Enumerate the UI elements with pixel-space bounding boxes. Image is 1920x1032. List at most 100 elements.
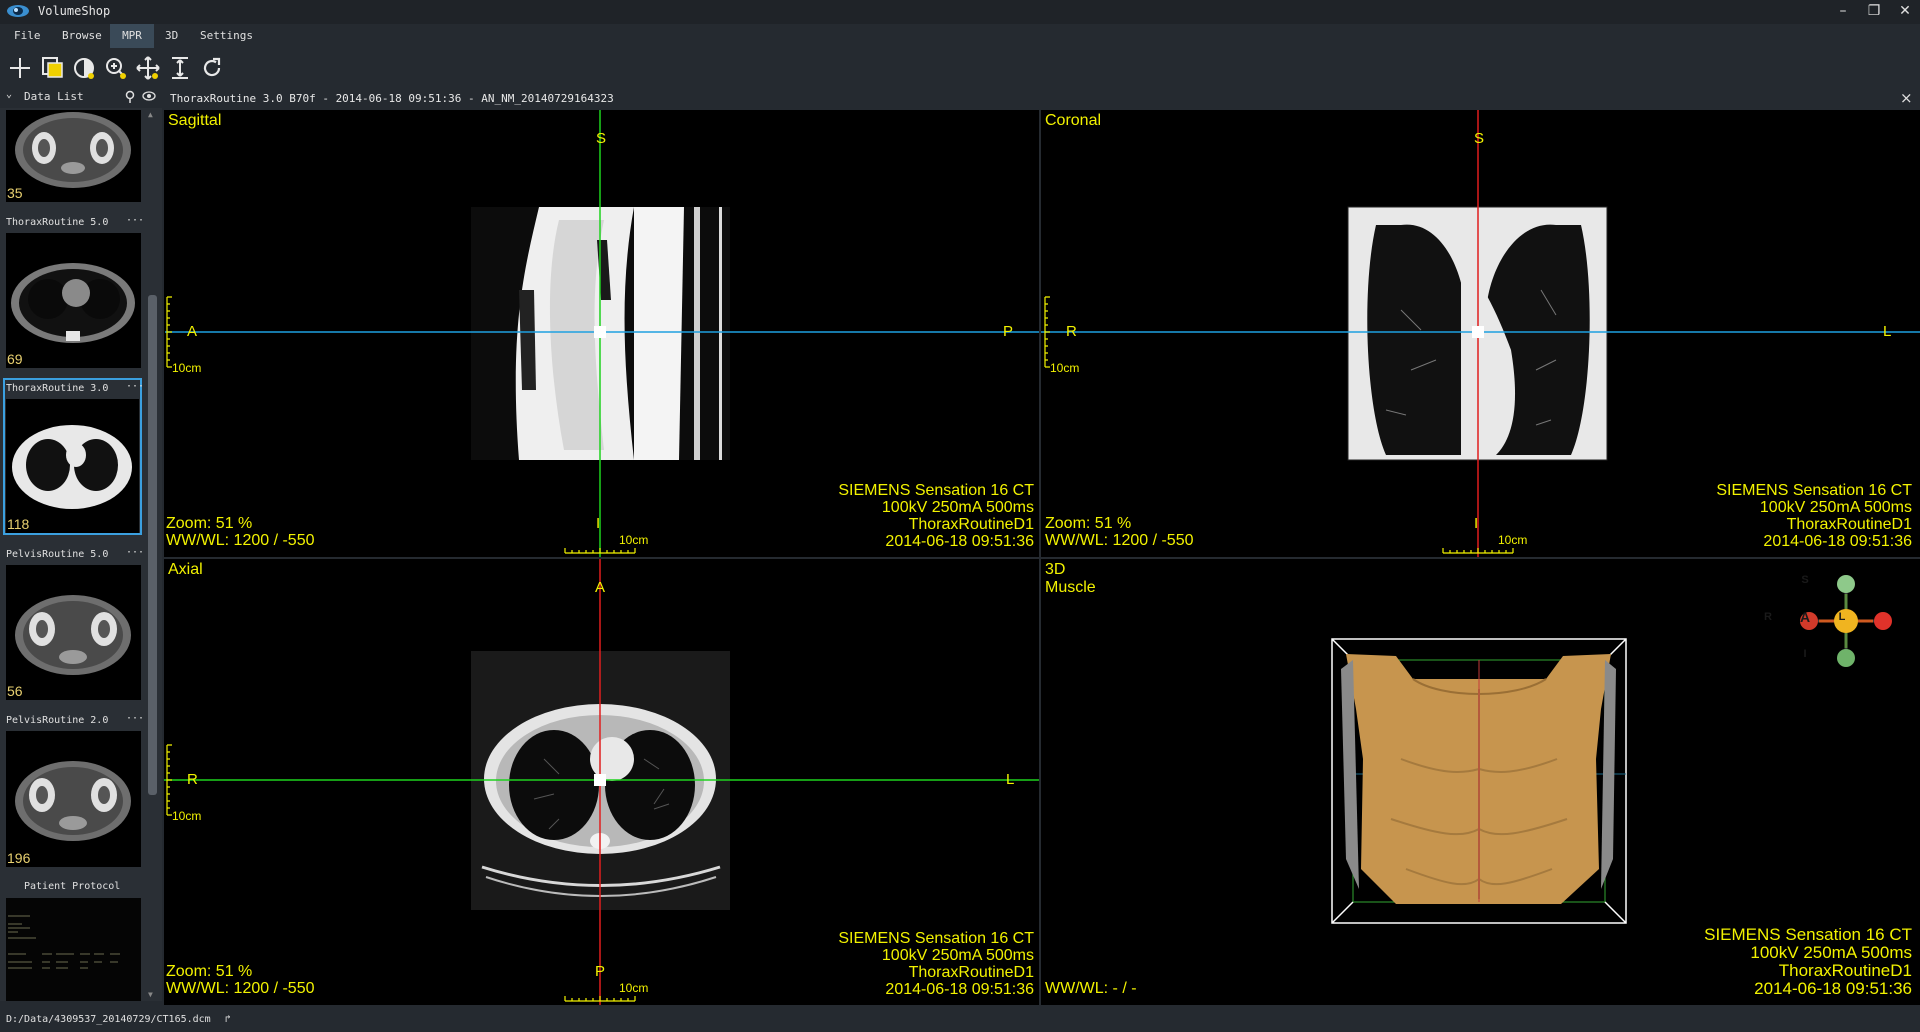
datalist-title: Data List xyxy=(24,90,84,103)
axial-window-level: WW/WL: 1200 / -550 xyxy=(166,980,315,997)
pelvis-scan-image xyxy=(15,761,131,841)
3d-preset-name[interactable]: Muscle xyxy=(1045,579,1096,597)
sagittal-zoom: Zoom: 51 % xyxy=(166,515,253,532)
coronal-horizontal-scale-label: 10cm xyxy=(1498,533,1528,547)
pelvis-scan-image xyxy=(15,112,131,188)
axial-vertical-scale-label: 10cm xyxy=(172,809,202,823)
crosshair-icon[interactable] xyxy=(7,55,33,81)
slab-thickness-icon[interactable] xyxy=(167,55,193,81)
orient-a-label: A xyxy=(1799,609,1811,625)
open-path-icon[interactable]: ↱ xyxy=(225,1014,231,1025)
app-logo-icon xyxy=(7,5,29,17)
axial-left-orientation: R xyxy=(187,771,198,788)
sagittal-view-title: Sagittal xyxy=(168,112,222,129)
sagittal-right-orientation: P xyxy=(1003,323,1014,340)
series-thumbnail[interactable] xyxy=(6,731,141,867)
sagittal-bottom-orientation: I xyxy=(596,515,601,532)
contrast-icon[interactable] xyxy=(71,55,97,81)
axial-view-title: Axial xyxy=(168,561,203,578)
protocol-text-preview xyxy=(8,915,120,969)
3d-view-title: 3D Muscle xyxy=(1045,561,1096,597)
protocol-name: ThoraxRoutineD1 xyxy=(1778,961,1912,980)
sagittal-scanner-info: SIEMENS Sensation 16 CT 100kV 250mA 500m… xyxy=(784,482,1034,550)
3d-view-name: 3D xyxy=(1045,561,1066,578)
zoom-icon[interactable] xyxy=(103,55,129,81)
sagittal-left-orientation: A xyxy=(187,323,198,340)
coronal-window-level: WW/WL: 1200 / -550 xyxy=(1045,532,1194,549)
series-thumbnail[interactable] xyxy=(6,565,141,700)
orient-s-label: S xyxy=(1801,574,1809,586)
scroll-down-icon[interactable]: ▼ xyxy=(148,990,153,999)
axial-bottom-orientation: P xyxy=(595,963,606,980)
series-label: ThoraxRoutine 5.0 xyxy=(6,217,109,228)
scroll-up-icon[interactable]: ▲ xyxy=(148,110,153,119)
3d-window-level: WW/WL: - / - xyxy=(1045,980,1137,997)
patient-protocol-thumbnail[interactable] xyxy=(6,898,141,1001)
series-thumbnail[interactable] xyxy=(6,399,139,533)
coronal-bottom-orientation: I xyxy=(1474,515,1479,532)
series-image-count: 69 xyxy=(7,351,23,367)
scan-parameters: 100kV 250mA 500ms xyxy=(881,499,1034,516)
scanner-model: SIEMENS Sensation 16 CT xyxy=(838,482,1034,499)
pelvis-scan-image xyxy=(15,595,131,675)
scanner-model: SIEMENS Sensation 16 CT xyxy=(1716,482,1912,499)
pan-icon[interactable] xyxy=(135,55,161,81)
menu-mpr[interactable]: MPR xyxy=(110,24,154,48)
patient-protocol-label: Patient Protocol xyxy=(24,881,121,892)
axial-right-orientation: L xyxy=(1006,771,1015,788)
protocol-name: ThoraxRoutineD1 xyxy=(1786,516,1912,533)
scan-datetime: 2014-06-18 09:51:36 xyxy=(885,981,1034,998)
series-label: PelvisRoutine 2.0 xyxy=(6,715,109,726)
coronal-zoom: Zoom: 51 % xyxy=(1045,515,1132,532)
toolbar xyxy=(0,48,1920,86)
title-bar xyxy=(0,0,1920,24)
menu-file[interactable]: File xyxy=(12,24,43,48)
series-image-count: 56 xyxy=(7,683,23,699)
pin-icon[interactable] xyxy=(124,90,136,104)
coronal-top-orientation: S xyxy=(1474,130,1485,147)
tab-series-title[interactable]: ThoraxRoutine 3.0 B70f - 2014-06-18 09:5… xyxy=(170,92,614,105)
sagittal-horizontal-scale-label: 10cm xyxy=(619,533,649,547)
scanner-model: SIEMENS Sensation 16 CT xyxy=(1704,925,1912,944)
reset-icon[interactable] xyxy=(199,55,225,81)
series-image-count: 196 xyxy=(7,850,31,866)
series-thumbnail[interactable] xyxy=(6,110,141,202)
protocol-name: ThoraxRoutineD1 xyxy=(908,964,1034,981)
file-path-text: D:/Data/4309537_20140729/CT165.dcm xyxy=(6,1014,211,1025)
datalist-scroll-thumb[interactable] xyxy=(148,295,157,795)
app-title: VolumeShop xyxy=(38,4,111,18)
close-tab-icon[interactable]: × xyxy=(1900,89,1913,107)
coronal-view-title: Coronal xyxy=(1045,112,1102,129)
more-options-icon[interactable]: ··· xyxy=(126,547,144,558)
more-options-icon[interactable]: ··· xyxy=(126,381,144,392)
series-thumbnail[interactable] xyxy=(6,233,141,368)
more-options-icon[interactable]: ··· xyxy=(126,713,144,724)
scan-parameters: 100kV 250mA 500ms xyxy=(881,947,1034,964)
minimize-button[interactable]: – xyxy=(1826,0,1860,24)
menu-bar xyxy=(0,24,1920,48)
axial-horizontal-scale-label: 10cm xyxy=(619,981,649,995)
restore-button[interactable]: ❐ xyxy=(1857,0,1891,24)
more-options-icon[interactable]: ··· xyxy=(126,215,144,226)
copy-layers-icon[interactable] xyxy=(39,55,65,81)
orient-l-label: L xyxy=(1838,611,1846,623)
orient-i-label: I xyxy=(1803,648,1807,660)
scan-datetime: 2014-06-18 09:51:36 xyxy=(885,533,1034,550)
series-label: ThoraxRoutine 3.0 xyxy=(6,383,109,394)
status-file-path: D:/Data/4309537_20140729/CT165.dcm ↱ xyxy=(6,1014,231,1025)
axial-zoom: Zoom: 51 % xyxy=(166,963,253,980)
eye-icon[interactable] xyxy=(142,91,156,101)
chevron-down-icon[interactable]: ⌄ xyxy=(6,89,12,100)
axial-top-orientation: A xyxy=(595,579,606,596)
scan-parameters: 100kV 250mA 500ms xyxy=(1750,943,1912,962)
menu-browse[interactable]: Browse xyxy=(60,24,104,48)
orient-r-label: R xyxy=(1764,611,1772,623)
coronal-vertical-scale-label: 10cm xyxy=(1050,361,1080,375)
menu-3d[interactable]: 3D xyxy=(163,24,180,48)
close-button[interactable]: ✕ xyxy=(1888,0,1920,24)
series-image-count: 35 xyxy=(7,185,23,201)
3d-scanner-info: SIEMENS Sensation 16 CT 100kV 250mA 500m… xyxy=(1662,926,1912,998)
thorax-scan-image xyxy=(11,263,135,343)
menu-settings[interactable]: Settings xyxy=(198,24,255,48)
coronal-scanner-info: SIEMENS Sensation 16 CT 100kV 250mA 500m… xyxy=(1662,482,1912,550)
